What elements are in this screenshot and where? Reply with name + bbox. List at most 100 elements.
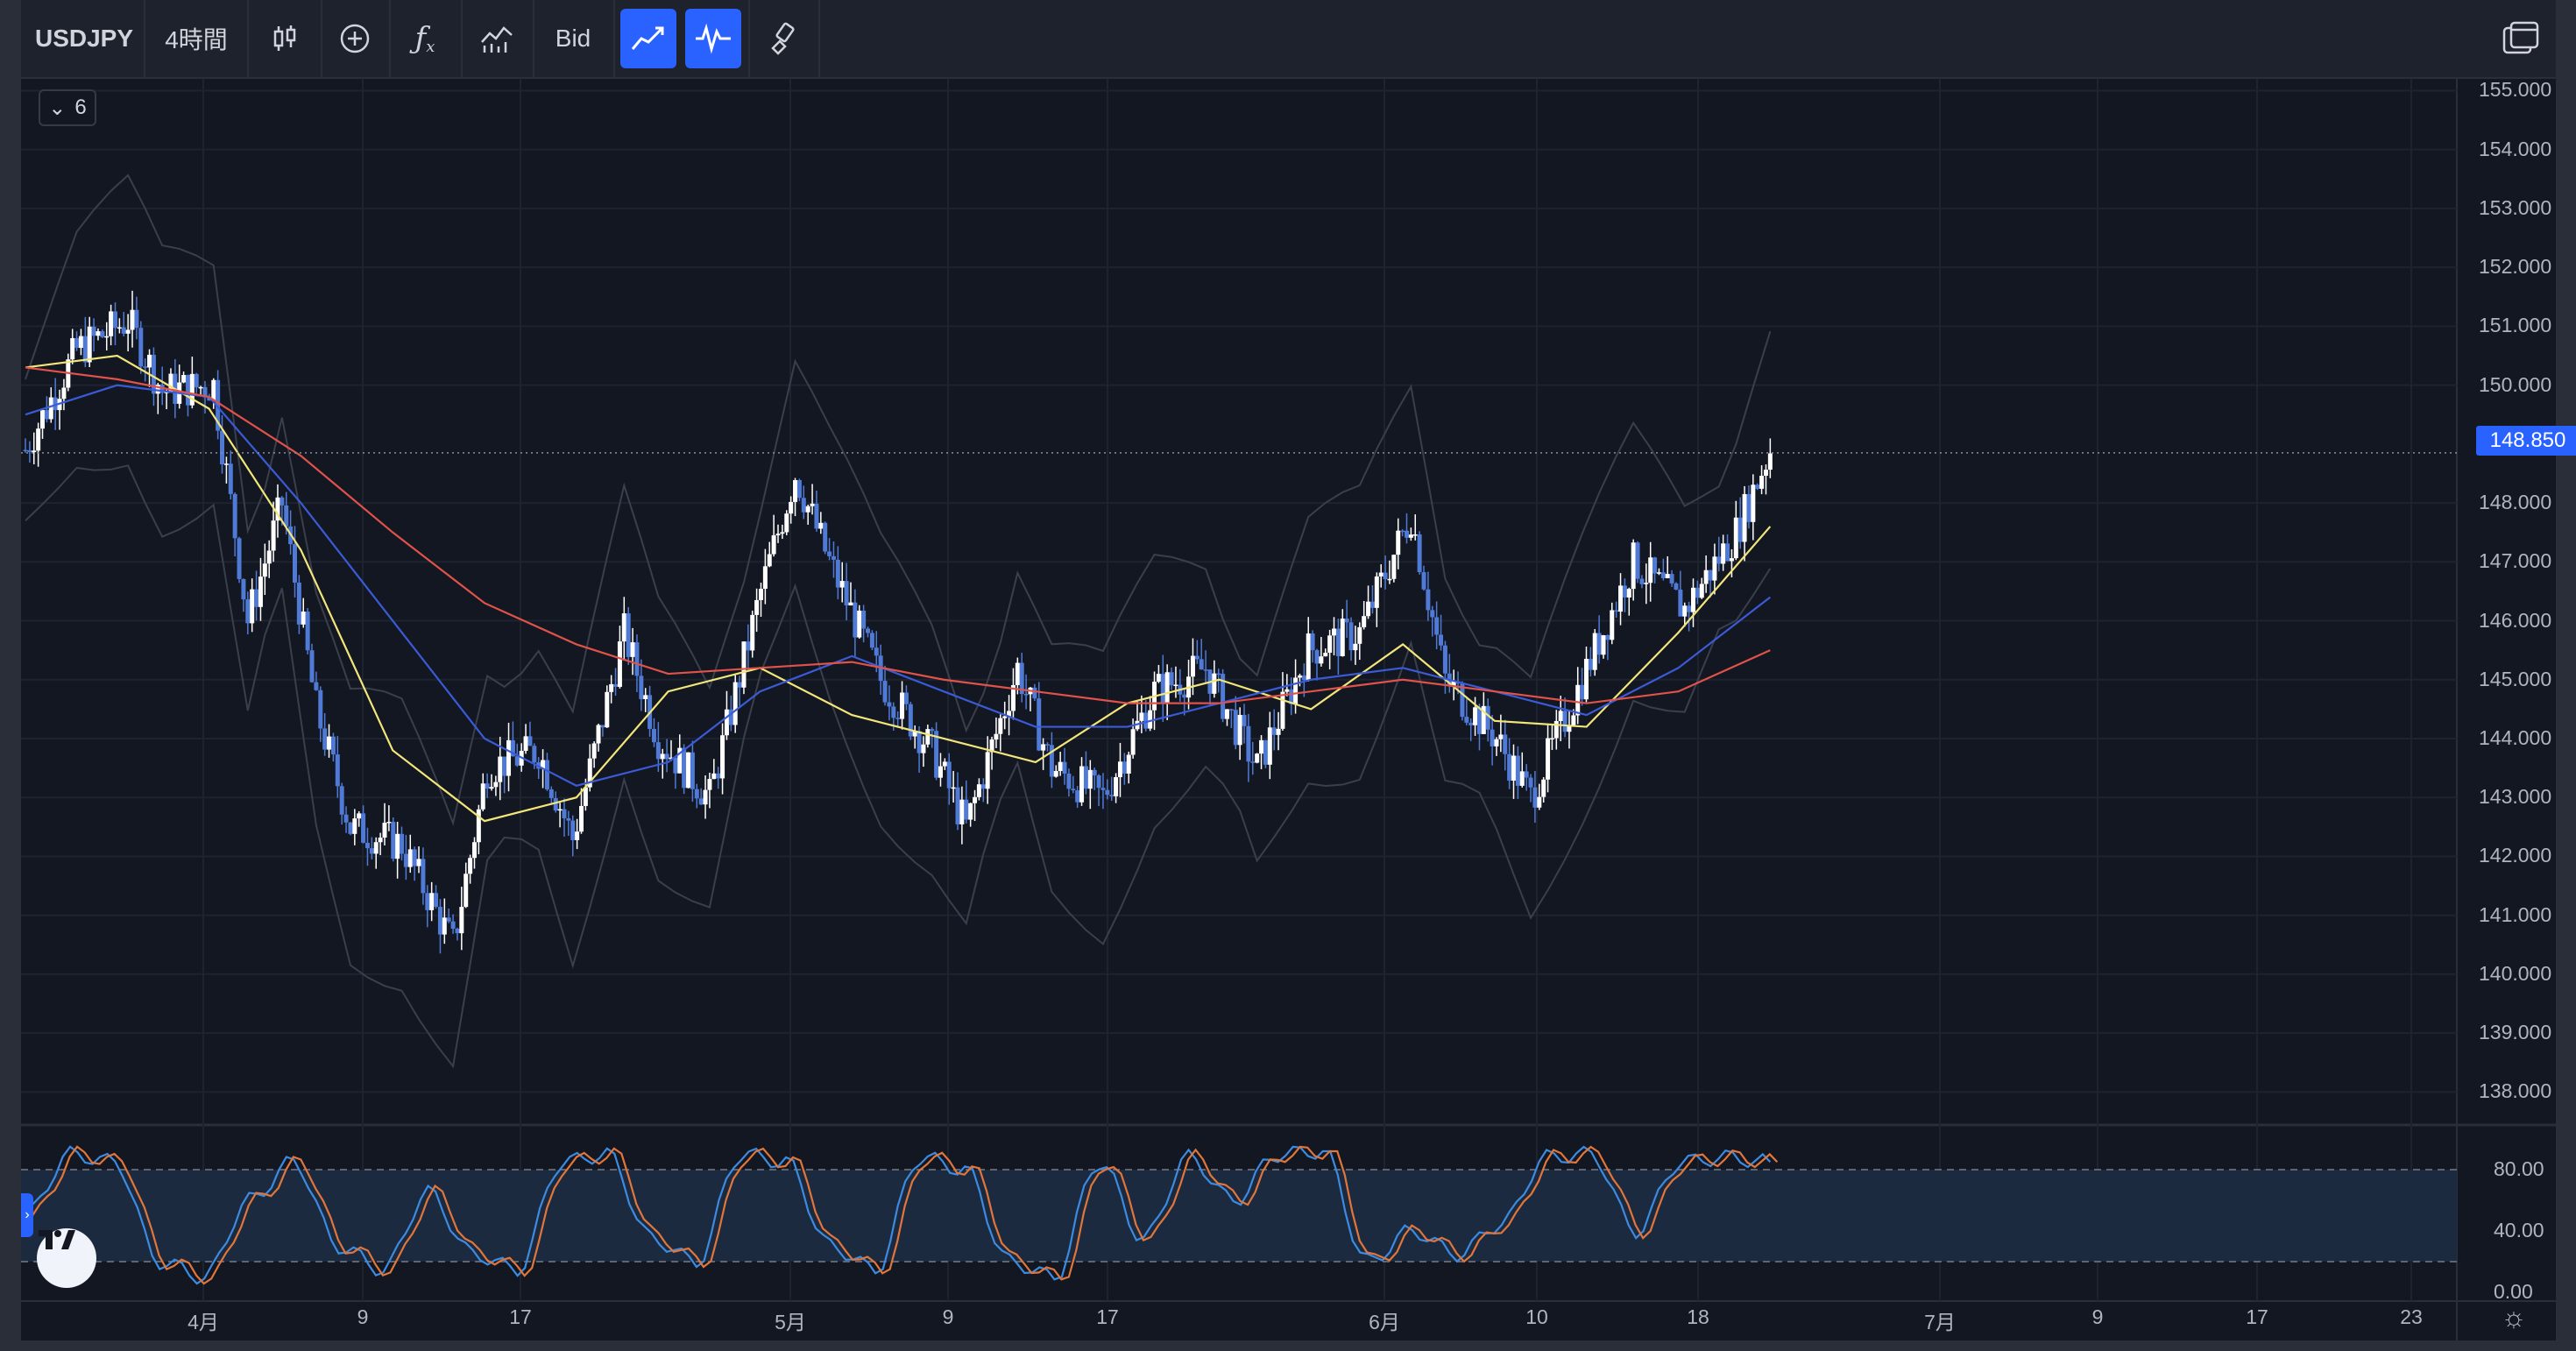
candle-body — [1297, 675, 1302, 678]
candle-body — [1716, 556, 1722, 564]
candle-body — [887, 702, 892, 707]
candle-body — [400, 833, 405, 854]
candle-body — [609, 683, 614, 692]
candle-body — [1583, 658, 1589, 700]
candle-body — [1417, 534, 1422, 573]
candle-body — [732, 682, 738, 725]
candle-body — [1164, 672, 1170, 704]
main-pane-background — [21, 79, 2457, 1121]
brush-icon[interactable] — [757, 9, 811, 68]
oscillator-icon[interactable] — [685, 9, 741, 68]
candle-body — [373, 842, 379, 854]
candle-body — [1507, 753, 1512, 781]
time-tick-label: 17 — [2246, 1305, 2268, 1328]
stochastic-band — [21, 1170, 2457, 1262]
candle-body — [591, 743, 597, 759]
candle-body — [548, 789, 554, 799]
toolbar-divider — [533, 0, 534, 77]
candle-body — [185, 374, 190, 406]
candle-body — [942, 761, 947, 767]
line-tool-icon[interactable] — [620, 9, 676, 68]
toolbar-divider — [748, 0, 750, 77]
candle-body — [78, 336, 83, 349]
candle-body — [1746, 493, 1752, 522]
price-tick-label: 150.000 — [2479, 372, 2552, 396]
candle-body — [694, 789, 699, 799]
candle-body — [314, 682, 319, 690]
candle-body — [1691, 587, 1695, 612]
candlestick-icon[interactable] — [258, 9, 312, 68]
candle-body — [1648, 557, 1653, 584]
candle-body — [40, 410, 46, 429]
candle-body — [1575, 684, 1581, 716]
candle-body — [835, 559, 840, 588]
chevron-down-icon: ⌄ — [48, 95, 67, 120]
candle-body — [181, 374, 187, 383]
candle-body — [27, 450, 32, 453]
candle-body — [1092, 769, 1097, 776]
candle-body — [262, 563, 267, 577]
candle-body — [425, 893, 430, 910]
legend-collapse-button[interactable]: ⌄ 6 — [39, 89, 96, 126]
interval-button[interactable]: 4時間 — [152, 9, 240, 68]
indicators-icon[interactable]: ƒx — [398, 9, 452, 68]
candle-body — [70, 337, 75, 360]
candle-body — [848, 602, 853, 605]
price-tick-label: 152.000 — [2479, 255, 2552, 279]
candle-body — [527, 736, 533, 746]
candle-body — [391, 821, 396, 859]
candle-body — [532, 746, 537, 763]
templates-icon[interactable] — [470, 9, 524, 68]
chart-pane[interactable]: ⌄ 6 148.850 155.000 154.000 153.000 152.000… — [21, 78, 2576, 1340]
candle-body — [827, 551, 832, 556]
candle-body — [1396, 530, 1401, 555]
candle-body — [382, 823, 387, 838]
candle-body — [1216, 673, 1221, 676]
symbol-button[interactable]: USDJPY — [32, 9, 137, 68]
candle-body — [1271, 727, 1277, 735]
candle-body — [1498, 734, 1504, 739]
candle-body — [1737, 517, 1743, 542]
candle-body — [994, 733, 999, 740]
candle-body — [1759, 476, 1765, 489]
add-compare-icon[interactable] — [328, 9, 382, 68]
candle-body — [1391, 555, 1397, 579]
candle-body — [1618, 585, 1624, 612]
candle-body — [844, 581, 849, 605]
candle-body — [1519, 771, 1525, 786]
candle-body — [553, 798, 558, 811]
price-chart-canvas[interactable] — [21, 79, 2556, 1340]
candle-body — [220, 430, 225, 464]
candle-body — [361, 813, 366, 843]
settings-gear-icon[interactable]: ☼ — [2496, 1301, 2531, 1336]
candle-body — [327, 736, 332, 750]
price-type-button[interactable]: Bid — [541, 9, 605, 68]
candle-body — [1015, 662, 1020, 685]
time-tick-label: 9 — [357, 1305, 369, 1328]
candle-body — [117, 327, 122, 329]
candle-body — [814, 503, 819, 529]
price-tick-label: 151.000 — [2479, 314, 2552, 337]
candle-body — [112, 311, 117, 329]
time-tick-label: 9 — [2091, 1305, 2104, 1328]
candle-body — [1708, 569, 1713, 581]
candle-body — [364, 842, 370, 849]
candle-body — [976, 784, 981, 797]
layout-icon[interactable] — [2495, 9, 2547, 68]
candle-body — [973, 796, 978, 803]
tradingview-logo[interactable] — [37, 1228, 96, 1288]
candle-body — [343, 814, 349, 823]
chevron-right-icon[interactable]: › — [21, 1193, 33, 1237]
candle-body — [330, 736, 336, 755]
candle-body — [1485, 705, 1490, 730]
candle-body — [1639, 578, 1645, 584]
candle-body — [1588, 658, 1593, 670]
candle-body — [596, 725, 601, 744]
time-tick-label: 18 — [1687, 1305, 1709, 1328]
candle-body — [707, 779, 712, 790]
candle-body — [241, 578, 246, 600]
candle-body — [32, 450, 37, 453]
candle-body — [673, 757, 678, 774]
candle-body — [1224, 709, 1229, 719]
candle-body — [1669, 574, 1674, 584]
